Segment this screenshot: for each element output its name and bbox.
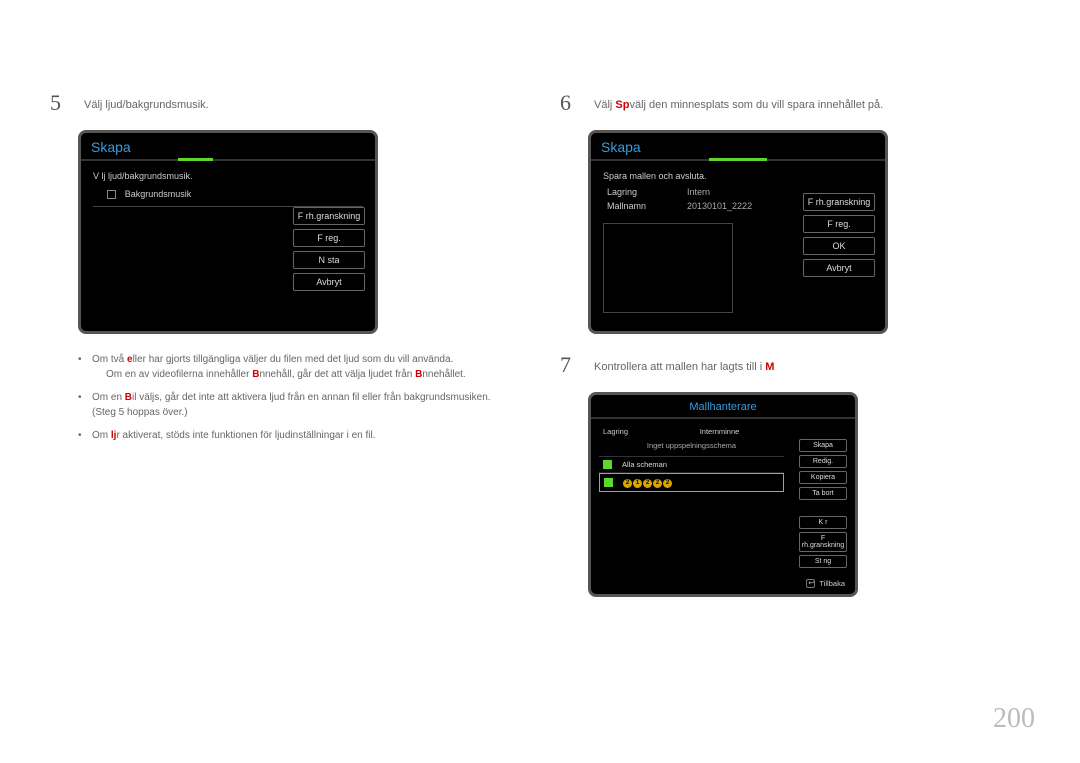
storage-header: Lagring Internminne bbox=[599, 425, 784, 438]
header-value: Internminne bbox=[659, 427, 780, 436]
template-manager-panel: Mallhanterare Lagring Internminne Inget … bbox=[588, 392, 858, 597]
panel-title-text: Skapa bbox=[601, 139, 641, 155]
notes-list: Om två eller har gjorts tillgängliga väl… bbox=[78, 352, 508, 443]
note-item: Om en Bil väljs, går det inte att aktive… bbox=[78, 390, 508, 420]
preview-button[interactable]: F rh.granskning bbox=[803, 193, 875, 211]
create-button[interactable]: Skapa bbox=[799, 439, 847, 452]
panel-title: Skapa bbox=[81, 133, 375, 161]
close-button[interactable]: St ng bbox=[799, 555, 847, 568]
step-text-7: Kontrollera att mallen har lagts till i … bbox=[594, 352, 774, 378]
panel-instruction: Spara mallen och avsluta. bbox=[603, 171, 873, 181]
ok-button[interactable]: OK bbox=[803, 237, 875, 255]
header-label: Lagring bbox=[603, 427, 659, 436]
checkbox-icon[interactable] bbox=[107, 190, 116, 199]
checkbox-icon[interactable] bbox=[603, 460, 612, 469]
content-preview-frame bbox=[603, 223, 733, 313]
panel-instruction: V lj ljud/bakgrundsmusik. bbox=[93, 171, 363, 181]
preview-button[interactable]: F rh.granskning bbox=[799, 532, 847, 552]
back-footer[interactable]: Tillbaka bbox=[806, 579, 845, 588]
step-text-6: Välj Spvälj den minnesplats som du vill … bbox=[594, 90, 883, 116]
edit-button[interactable]: Redig. bbox=[799, 455, 847, 468]
create-panel-step6: Skapa Spara mallen och avsluta. Lagring … bbox=[588, 130, 888, 334]
back-label: Tillbaka bbox=[819, 579, 845, 588]
field-value: Intern bbox=[687, 187, 710, 197]
step-text-5: Välj ljud/bakgrundsmusik. bbox=[84, 90, 209, 116]
checkbox-icon[interactable] bbox=[604, 478, 613, 487]
cancel-button[interactable]: Avbryt bbox=[293, 273, 365, 291]
note-item: Om ljr aktiverat, stöds inte funktionen … bbox=[78, 428, 508, 443]
preview-button[interactable]: F rh.granskning bbox=[293, 207, 365, 225]
run-button[interactable]: K r bbox=[799, 516, 847, 529]
create-panel-step5: Skapa V lj ljud/bakgrundsmusik. Bakgrund… bbox=[78, 130, 378, 334]
next-button[interactable]: N sta bbox=[293, 251, 365, 269]
item-label: Alla scheman bbox=[622, 460, 667, 469]
prev-button[interactable]: F reg. bbox=[803, 215, 875, 233]
panel-title: Skapa bbox=[591, 133, 885, 161]
template-digits: 21222 bbox=[623, 477, 673, 488]
step-number-6: 6 bbox=[560, 90, 580, 116]
panel-title-text: Mallhanterare bbox=[689, 401, 756, 413]
return-icon bbox=[806, 579, 815, 588]
all-schedules-item[interactable]: Alla scheman bbox=[599, 457, 784, 473]
copy-button[interactable]: Kopiera bbox=[799, 471, 847, 484]
step-number-5: 5 bbox=[50, 90, 70, 116]
bgm-label: Bakgrundsmusik bbox=[125, 189, 192, 199]
delete-button[interactable]: Ta bort bbox=[799, 487, 847, 500]
field-value: 20130101_2222 bbox=[687, 201, 752, 211]
template-item-selected[interactable]: 21222 bbox=[599, 473, 784, 492]
panel-title-text: Skapa bbox=[91, 139, 131, 155]
bgm-checkbox-row[interactable]: Bakgrundsmusik bbox=[93, 189, 363, 200]
cancel-button[interactable]: Avbryt bbox=[803, 259, 875, 277]
prev-button[interactable]: F reg. bbox=[293, 229, 365, 247]
step-number-7: 7 bbox=[560, 352, 580, 378]
schedule-status: Inget uppspelningsschema bbox=[599, 438, 784, 457]
note-item: Om två eller har gjorts tillgängliga väl… bbox=[78, 352, 508, 382]
panel-title: Mallhanterare bbox=[591, 395, 855, 419]
field-label: Mallnamn bbox=[607, 201, 667, 211]
field-label: Lagring bbox=[607, 187, 667, 197]
page-number: 200 bbox=[993, 703, 1035, 735]
